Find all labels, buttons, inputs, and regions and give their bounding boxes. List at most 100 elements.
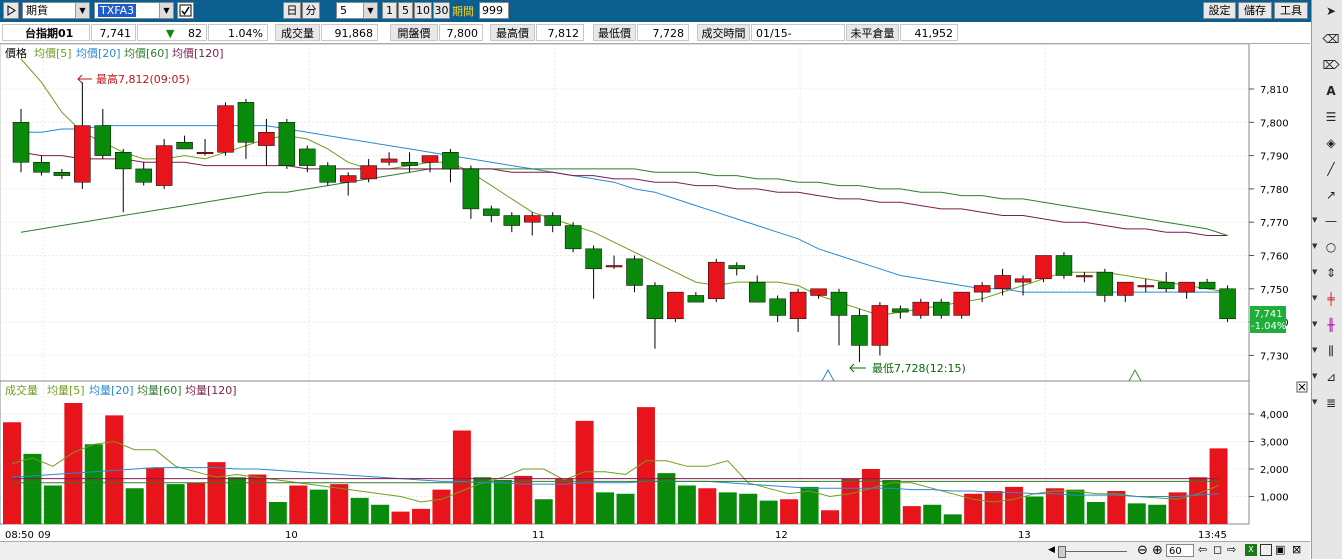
candle-body <box>1076 275 1093 278</box>
pointer-tool-button[interactable]: ➤ <box>1322 2 1340 20</box>
scroll-forward-button[interactable]: ⇨ <box>1227 543 1236 556</box>
interval-5-button[interactable]: 5 <box>398 2 413 19</box>
candle-tool-button[interactable]: ╪ <box>1322 290 1340 308</box>
tools-button[interactable]: 工具 <box>1274 2 1308 19</box>
square-icon: ◻ <box>1213 543 1223 556</box>
volume-bar <box>23 453 42 524</box>
candle-body <box>1219 288 1236 320</box>
fib-tool-button[interactable]: ≣ <box>1322 394 1340 412</box>
candle-body <box>503 215 521 226</box>
bars-tool-button[interactable]: ╫ <box>1322 316 1340 334</box>
period-day-button[interactable]: 日 <box>283 2 301 19</box>
volume-bar <box>371 504 390 524</box>
candle-body <box>1198 281 1216 290</box>
scroll-back-button[interactable]: ⇦ <box>1198 543 1207 556</box>
settings-button[interactable]: 設定 <box>1203 2 1236 19</box>
symbol-select[interactable]: TXFA3 ▼ <box>94 2 174 19</box>
lines-tool-button[interactable]: ☰ <box>1322 108 1340 126</box>
text-tool-button[interactable]: A <box>1322 82 1340 100</box>
close-volume-panel-button[interactable] <box>1296 381 1308 393</box>
zoom-slider-track[interactable] <box>1062 551 1127 552</box>
chevron-down-icon[interactable]: ▼ <box>1312 242 1317 250</box>
play-icon <box>7 5 16 16</box>
count-input[interactable]: 999 <box>479 2 509 19</box>
chevron-down-icon: ▼ <box>363 3 377 18</box>
chevron-down-icon[interactable]: ▼ <box>1312 268 1317 276</box>
chevron-down-icon: ▼ <box>75 3 89 18</box>
zoom-out-button[interactable]: ⊖ <box>1137 543 1148 558</box>
candle-body <box>258 132 275 146</box>
market-select[interactable]: 期貨 ▼ <box>22 2 90 19</box>
eraser-tool-button[interactable]: ⌫ <box>1322 30 1340 48</box>
save-image-button[interactable]: ▣ <box>1275 543 1285 556</box>
oi-value: 41,952 <box>900 24 958 41</box>
scroll-left-icon[interactable]: ◀ <box>1048 545 1058 557</box>
candle-body <box>544 215 561 226</box>
candle-body <box>564 225 582 250</box>
last-price-tag-value: 7,741 <box>1254 309 1283 320</box>
y-tick-label: 2,000 <box>1260 465 1289 476</box>
y-tick-label: 7,730 <box>1260 351 1289 362</box>
y-tick-label: 1,000 <box>1260 493 1289 504</box>
candle <box>278 118 296 169</box>
zoom-slider-handle[interactable] <box>1058 546 1066 558</box>
sync-checkbox[interactable] <box>177 2 194 19</box>
volume-bar <box>330 484 349 524</box>
x-tick-label: 13:45 <box>1198 530 1227 541</box>
time-label: 成交時間 <box>697 24 750 41</box>
layout-button[interactable] <box>1260 544 1272 556</box>
open-value: 7,800 <box>439 24 483 41</box>
excel-export-button[interactable]: X <box>1245 544 1257 556</box>
stop-button[interactable]: ◻ <box>1213 543 1222 556</box>
volume-bar <box>227 477 246 524</box>
volume-bar <box>207 462 226 524</box>
candle-body <box>912 301 930 316</box>
volume-bar <box>861 469 880 524</box>
candle-body <box>769 298 786 316</box>
chevron-down-icon[interactable]: ▼ <box>1312 294 1317 302</box>
chevron-down-icon[interactable]: ▼ <box>1312 320 1317 328</box>
x-tick-label: 13 <box>1018 530 1031 541</box>
count-label: 期間 <box>452 5 474 18</box>
volume-bar <box>412 508 430 524</box>
excel-icon: X <box>1248 545 1254 554</box>
vline-tool-button[interactable]: ⇕ <box>1322 264 1340 282</box>
gann-tool-button[interactable]: ⫼ <box>1322 342 1340 360</box>
close-chart-button[interactable]: ⊠ <box>1292 543 1301 556</box>
volume-bar <box>596 492 615 524</box>
zoom-in-button[interactable]: ⊕ <box>1152 543 1163 558</box>
tag-tool-button[interactable]: ◈ <box>1322 134 1340 152</box>
candle <box>1055 252 1073 279</box>
hline-tool-button[interactable]: — <box>1322 212 1340 230</box>
candle <box>708 258 725 303</box>
save-button[interactable]: 儲存 <box>1238 2 1272 19</box>
candle-body <box>401 162 418 166</box>
fan-tool-button[interactable]: ⊿ <box>1322 368 1340 386</box>
period-minute-button[interactable]: 分 <box>302 2 320 19</box>
erase-all-tool-button[interactable]: ⌦ <box>1322 56 1340 74</box>
legend-ma60: 均價[60] <box>124 46 169 60</box>
candle-body <box>667 291 684 320</box>
line-tool-button[interactable]: ╱ <box>1322 160 1340 178</box>
candle-body <box>135 168 152 183</box>
volume-bar <box>473 477 492 524</box>
volume-bar <box>575 420 594 524</box>
volume-bar <box>1086 502 1105 524</box>
candle-body <box>196 152 214 155</box>
volume-bar <box>555 478 574 524</box>
chart-area[interactable]: 7,7307,7407,7507,7607,7707,7807,7907,800… <box>0 44 1310 541</box>
interval-select[interactable]: 5 ▼ <box>336 2 378 19</box>
zoom-input[interactable]: 60 <box>1166 544 1194 557</box>
y-tick-label: 4,000 <box>1260 410 1289 421</box>
arrow-tool-button[interactable]: ↗ <box>1322 186 1340 204</box>
circle-tool-button[interactable]: ○ <box>1322 238 1340 256</box>
interval-1-button[interactable]: 1 <box>382 2 397 19</box>
interval-30-button[interactable]: 30 <box>433 2 450 19</box>
chevron-down-icon[interactable]: ▼ <box>1312 398 1317 406</box>
play-button[interactable] <box>3 2 19 19</box>
interval-10-button[interactable]: 10 <box>414 2 432 19</box>
eraser-icon: ⌫ <box>1322 32 1340 46</box>
chevron-down-icon[interactable]: ▼ <box>1312 216 1317 224</box>
chevron-down-icon[interactable]: ▼ <box>1312 372 1317 380</box>
chevron-down-icon[interactable]: ▼ <box>1312 346 1317 354</box>
